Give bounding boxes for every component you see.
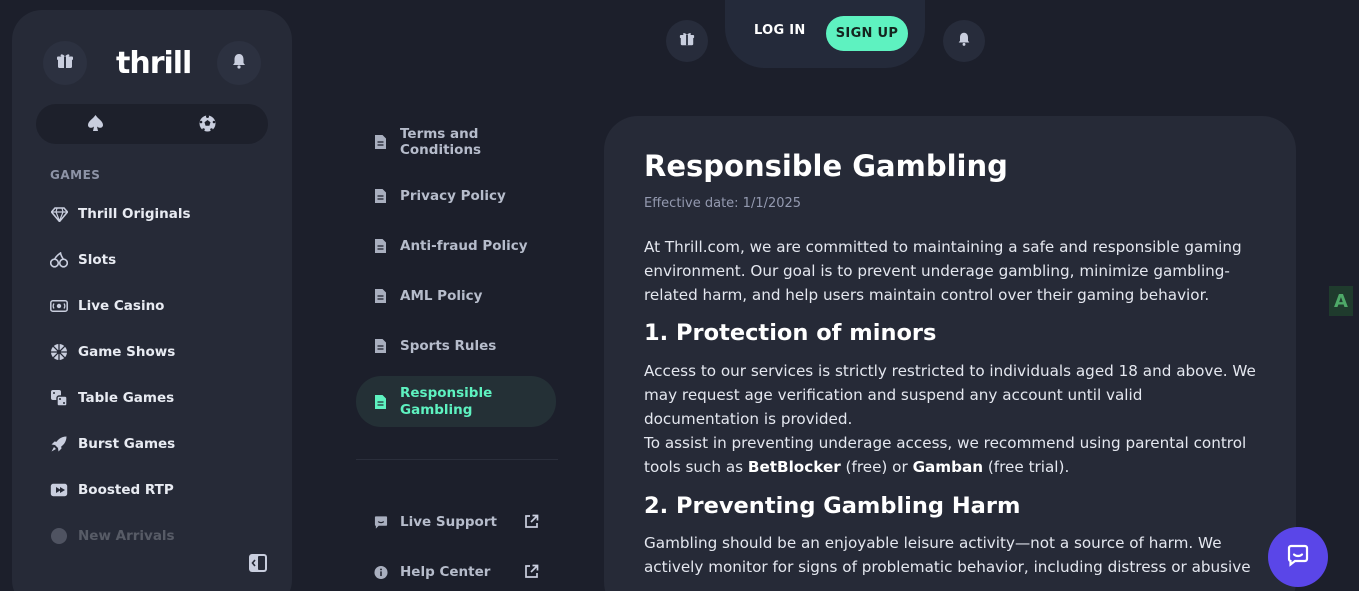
sidebar-item-thrill-originals[interactable]: Thrill Originals [50, 202, 191, 226]
sidebar-item-live-casino[interactable]: Live Casino [50, 294, 164, 318]
policy-item-label: Sports Rules [400, 338, 497, 354]
chat-bubble-icon [374, 515, 388, 530]
policy-item-anti-fraud[interactable]: Anti-fraud Policy [356, 236, 556, 256]
sidebar: thrill GAMES Thrill Originals Slots Live… [12, 10, 292, 591]
sidebar-item-game-shows[interactable]: Game Shows [50, 340, 175, 364]
thrill-logo[interactable]: thrill [116, 46, 192, 81]
gift-button[interactable] [43, 41, 87, 85]
notifications-button[interactable] [217, 41, 261, 85]
external-link-icon[interactable] [524, 564, 539, 583]
diamond-icon [50, 205, 68, 223]
help-center-label: Help Center [400, 564, 491, 580]
section-1-paragraph: Access to our services is strictly restr… [644, 362, 1256, 428]
translate-badge[interactable]: A [1329, 286, 1353, 316]
policy-item-label: Terms and Conditions [400, 126, 482, 158]
document-icon [374, 338, 388, 354]
casino-sports-toggle [36, 104, 268, 144]
sidebar-item-burst-games[interactable]: Burst Games [50, 432, 175, 456]
sidebar-collapse-icon[interactable] [248, 553, 268, 577]
section-2-heading: 2. Preventing Gambling Harm [644, 493, 1021, 519]
dice-icon [50, 389, 68, 407]
policy-item-sports-rules[interactable]: Sports Rules [356, 336, 556, 356]
policy-item-terms[interactable]: Terms and Conditions [356, 125, 556, 159]
sidebar-item-label: Thrill Originals [78, 206, 191, 222]
info-icon [374, 565, 388, 580]
sidebar-item-boosted-rtp[interactable]: Boosted RTP [50, 478, 174, 502]
policy-item-label: Responsible Gambling [400, 384, 493, 418]
bell-icon [230, 52, 248, 74]
policy-item-label: AML Policy [400, 288, 483, 304]
sidebar-item-label: Game Shows [78, 344, 176, 360]
sidebar-item-label: New Arrivals [78, 528, 175, 544]
chat-icon [1286, 543, 1310, 571]
gift-icon [679, 31, 695, 51]
bell-icon [956, 31, 972, 51]
page-title: Responsible Gambling [644, 149, 1008, 183]
section-2-paragraph: Gambling should be an enjoyable leisure … [644, 534, 1251, 576]
star-icon [50, 527, 68, 545]
sidebar-item-label: Boosted RTP [78, 482, 174, 498]
sidebar-item-new-arrivals[interactable]: New Arrivals [50, 524, 175, 548]
policy-item-privacy[interactable]: Privacy Policy [356, 186, 556, 206]
spade-icon[interactable] [86, 114, 105, 137]
header-notifications-button[interactable] [943, 20, 985, 62]
sidebar-item-label: Slots [78, 252, 117, 268]
section-1-heading: 1. Protection of minors [644, 320, 937, 346]
sidebar-item-slots[interactable]: Slots [50, 248, 116, 272]
policy-menu-divider [356, 459, 558, 460]
text-span: (free trial). [983, 458, 1070, 476]
policy-item-label: Privacy Policy [400, 188, 506, 204]
soccer-ball-icon[interactable] [198, 114, 217, 137]
signup-button[interactable]: SIGN UP [826, 16, 908, 51]
sidebar-item-table-games[interactable]: Table Games [50, 386, 174, 410]
sidebar-item-label: Burst Games [78, 436, 176, 452]
login-button[interactable]: LOG IN [754, 23, 806, 38]
live-support-label: Live Support [400, 514, 497, 530]
chat-support-button[interactable] [1268, 527, 1328, 587]
external-link-icon[interactable] [524, 514, 539, 533]
document-icon [374, 134, 388, 150]
intro-paragraph: At Thrill.com, we are committed to maint… [644, 238, 1242, 304]
betblocker-text: BetBlocker [747, 458, 841, 476]
document-icon [374, 188, 388, 204]
live-icon [50, 297, 68, 315]
effective-date: Effective date: 1/1/2025 [644, 196, 802, 211]
section-1-tools-paragraph: To assist in preventing underage access,… [644, 431, 1256, 479]
header-gift-button[interactable] [666, 20, 708, 62]
policy-item-aml[interactable]: AML Policy [356, 286, 556, 306]
document-icon [374, 394, 388, 410]
document-icon [374, 238, 388, 254]
policy-item-responsible-gambling[interactable]: Responsible Gambling [356, 376, 556, 427]
games-section-label: GAMES [50, 168, 101, 182]
text-span: (free) or [840, 458, 913, 476]
document-icon [374, 288, 388, 304]
wheel-icon [50, 343, 68, 361]
sidebar-item-label: Table Games [78, 390, 175, 406]
gift-icon [56, 52, 74, 74]
sidebar-item-label: Live Casino [78, 298, 165, 314]
policy-content-card: Responsible Gambling Effective date: 1/1… [604, 116, 1296, 591]
rocket-icon [50, 435, 68, 453]
boost-icon [50, 481, 68, 499]
policy-item-label: Anti-fraud Policy [400, 238, 528, 254]
cherries-icon [50, 251, 68, 269]
gamban-text: Gamban [912, 458, 984, 476]
